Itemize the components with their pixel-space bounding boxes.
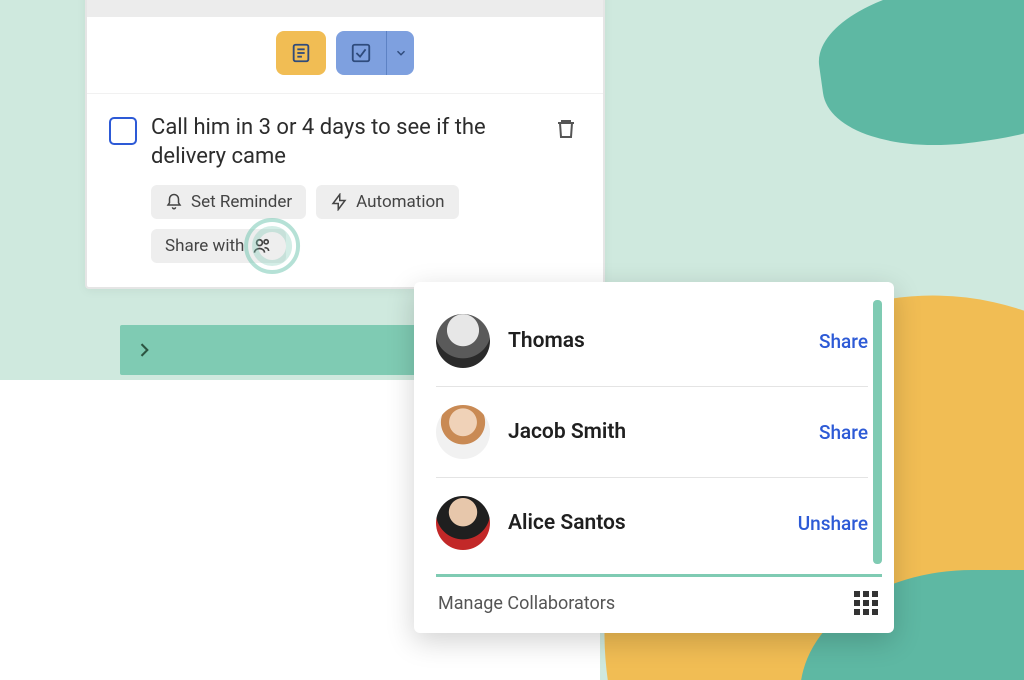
person-row-thomas: Thomas Share [436, 296, 868, 387]
chip-label: Automation [356, 192, 444, 212]
chevron-right-icon [134, 340, 154, 360]
popover-scrollbar[interactable] [873, 300, 882, 564]
person-name: Thomas [508, 329, 801, 353]
people-icon [252, 236, 272, 256]
note-button[interactable] [276, 31, 326, 75]
trash-icon [554, 117, 578, 141]
bolt-icon [330, 193, 348, 211]
card-toolbar [87, 17, 603, 94]
chevron-down-icon [394, 46, 408, 60]
share-action[interactable]: Share [819, 330, 868, 353]
chip-label: Share with [165, 236, 244, 256]
bell-icon [165, 193, 183, 211]
automation-chip[interactable]: Automation [316, 185, 458, 219]
chip-label: Set Reminder [191, 192, 292, 212]
task-type-split-button[interactable] [336, 31, 414, 75]
person-name: Jacob Smith [508, 420, 801, 444]
delete-task-button[interactable] [551, 114, 581, 144]
checkbox-icon [350, 42, 372, 64]
card-topbar [87, 0, 603, 17]
dropdown-toggle[interactable] [386, 31, 414, 75]
share-popover: Thomas Share Jacob Smith Share Alice San… [414, 282, 894, 633]
avatar [436, 405, 490, 459]
task-title[interactable]: Call him in 3 or 4 days to see if the de… [151, 114, 537, 171]
avatar [436, 314, 490, 368]
share-action[interactable]: Share [819, 421, 868, 444]
set-reminder-chip[interactable]: Set Reminder [151, 185, 306, 219]
person-row-jacob: Jacob Smith Share [436, 387, 868, 478]
task-checkbox[interactable] [109, 117, 137, 145]
unshare-action[interactable]: Unshare [798, 512, 868, 535]
person-row-alice: Alice Santos Unshare [436, 478, 868, 568]
person-name: Alice Santos [508, 511, 780, 535]
apps-grid-icon[interactable] [854, 591, 878, 615]
task-card: Call him in 3 or 4 days to see if the de… [85, 0, 605, 289]
share-with-chip[interactable]: Share with [151, 229, 286, 263]
manage-collaborators-link[interactable]: Manage Collaborators [438, 593, 615, 614]
note-icon [290, 42, 312, 64]
avatar [436, 496, 490, 550]
